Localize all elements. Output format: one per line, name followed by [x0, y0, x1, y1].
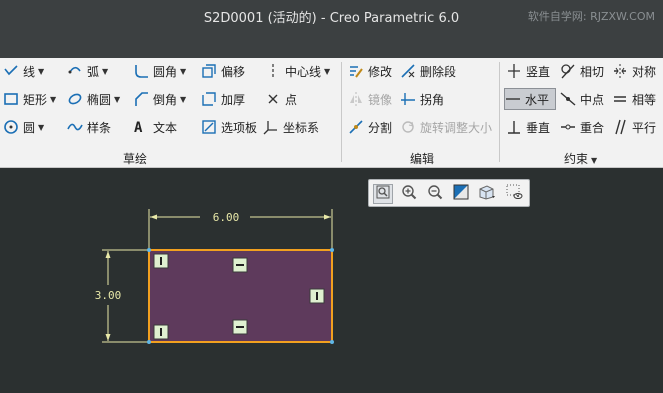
perpendicular-icon — [506, 119, 522, 135]
rotate-resize-icon — [400, 119, 416, 135]
tangent-constraint-button[interactable]: 相切 — [560, 60, 604, 82]
midpoint-constraint-button[interactable]: 中点 — [560, 88, 604, 110]
chamfer-icon — [133, 91, 149, 107]
vertex-point[interactable] — [147, 340, 151, 344]
spline-button[interactable]: 样条 — [67, 116, 111, 138]
tangent-icon — [560, 63, 576, 79]
ellipse-icon — [67, 91, 83, 107]
group-divider — [499, 62, 500, 162]
chevron-down-icon[interactable]: ▼ — [114, 95, 120, 104]
ellipse-button[interactable]: 椭圆 ▼ — [67, 88, 120, 110]
symmetric-constraint-button[interactable]: 对称 — [612, 60, 656, 82]
fillet-button[interactable]: 圆角 ▼ — [133, 60, 186, 82]
parallel-constraint-button[interactable]: 平行 — [612, 116, 656, 138]
vertical-constraint-marker[interactable] — [309, 288, 325, 304]
divide-button[interactable]: 分割 — [348, 116, 392, 138]
vertical-icon — [506, 63, 522, 79]
line-button[interactable]: 线 ▼ — [3, 60, 44, 82]
offset-icon — [201, 63, 217, 79]
circle-icon — [3, 119, 19, 135]
symmetric-icon — [612, 63, 628, 79]
horizontal-constraint-button[interactable]: 水平 — [504, 88, 556, 110]
height-dimension[interactable]: 3.00 — [95, 249, 148, 343]
text-icon: A — [133, 119, 149, 136]
chevron-down-icon[interactable]: ▼ — [38, 123, 44, 132]
offset-button[interactable]: 偏移 — [201, 60, 245, 82]
chevron-down-icon[interactable]: ▼ — [324, 67, 330, 76]
coincident-constraint-button[interactable]: 重合 — [560, 116, 604, 138]
sketch-svg: 6.00 3.00 — [95, 209, 334, 344]
coincident-icon — [560, 119, 576, 135]
chevron-down-icon[interactable]: ▼ — [102, 67, 108, 76]
rectangle-icon — [3, 91, 19, 107]
watermark: 软件自学网: RJZXW.COM — [527, 10, 655, 23]
ribbon-tab-strip — [0, 30, 663, 58]
rectangle-button[interactable]: 矩形 ▼ — [3, 88, 56, 110]
modify-button[interactable]: 修改 — [348, 60, 392, 82]
spline-icon — [67, 119, 83, 135]
palette-icon — [201, 119, 217, 135]
vertex-point[interactable] — [330, 340, 334, 344]
chevron-down-icon[interactable]: ▼ — [180, 95, 186, 104]
equal-constraint-button[interactable]: 相等 — [612, 88, 656, 110]
chevron-down-icon[interactable]: ▼ — [38, 67, 44, 76]
rotate-resize-button[interactable]: 旋转调整大小 — [400, 116, 492, 138]
vertex-point[interactable] — [147, 248, 151, 252]
chevron-down-icon[interactable]: ▼ — [180, 67, 186, 76]
point-icon — [265, 91, 281, 107]
title-bar: S2D0001 (活动的) - Creo Parametric 6.0 软件自学… — [0, 0, 663, 30]
ribbon: 线 ▼ 弧 ▼ 圆角 ▼ 偏移 中心线 ▼ 矩形 ▼ 椭圆 ▼ 倒角 ▼ 加厚 点 圆 ▼ — [0, 58, 663, 168]
horizontal-constraint-marker[interactable] — [232, 319, 248, 335]
thicken-button[interactable]: 加厚 — [201, 88, 245, 110]
group-label-edit: 编辑 — [410, 152, 435, 166]
perpendicular-constraint-button[interactable]: 垂直 — [506, 116, 550, 138]
thicken-icon — [201, 91, 217, 107]
width-dimension[interactable]: 6.00 — [148, 209, 333, 248]
line-icon — [3, 63, 19, 79]
group-divider — [341, 62, 342, 162]
coordsys-button[interactable]: 坐标系 — [263, 116, 319, 138]
group-label-sketch: 草绘 — [123, 152, 148, 166]
centerline-button[interactable]: 中心线 ▼ — [265, 60, 330, 82]
circle-button[interactable]: 圆 ▼ — [3, 116, 44, 138]
vertical-constraint-marker[interactable] — [153, 253, 169, 269]
centerline-icon — [265, 63, 281, 79]
equal-icon — [612, 91, 628, 107]
divide-icon — [348, 119, 364, 135]
coordsys-icon — [263, 119, 279, 135]
arc-icon — [67, 63, 83, 79]
mirror-button[interactable]: 镜像 — [348, 88, 392, 110]
height-dimension-value[interactable]: 3.00 — [95, 289, 122, 302]
delete-segment-button[interactable]: 删除段 — [400, 60, 456, 82]
corner-button[interactable]: 拐角 — [400, 88, 444, 110]
midpoint-icon — [560, 91, 576, 107]
arc-button[interactable]: 弧 ▼ — [67, 60, 108, 82]
point-button[interactable]: 点 — [265, 88, 297, 110]
text-button[interactable]: A 文本 — [133, 116, 177, 138]
chevron-down-icon: ▼ — [591, 156, 598, 165]
palette-button[interactable]: 选项板 — [201, 116, 257, 138]
svg-text:A: A — [134, 120, 143, 135]
horizontal-constraint-marker[interactable] — [232, 257, 248, 273]
vertical-constraint-marker[interactable] — [153, 324, 169, 340]
delete-segment-icon — [400, 63, 416, 79]
horizontal-icon — [505, 91, 521, 107]
width-dimension-value[interactable]: 6.00 — [213, 211, 240, 224]
fillet-icon — [133, 63, 149, 79]
corner-icon — [400, 91, 416, 107]
vertex-point[interactable] — [330, 248, 334, 252]
chevron-down-icon[interactable]: ▼ — [50, 95, 56, 104]
chamfer-button[interactable]: 倒角 ▼ — [133, 88, 186, 110]
vertical-constraint-button[interactable]: 竖直 — [506, 60, 550, 82]
mirror-icon — [348, 91, 364, 107]
modify-icon — [348, 63, 364, 79]
parallel-icon — [612, 119, 628, 135]
group-label-constrain[interactable]: 约束 ▼ — [564, 150, 597, 167]
